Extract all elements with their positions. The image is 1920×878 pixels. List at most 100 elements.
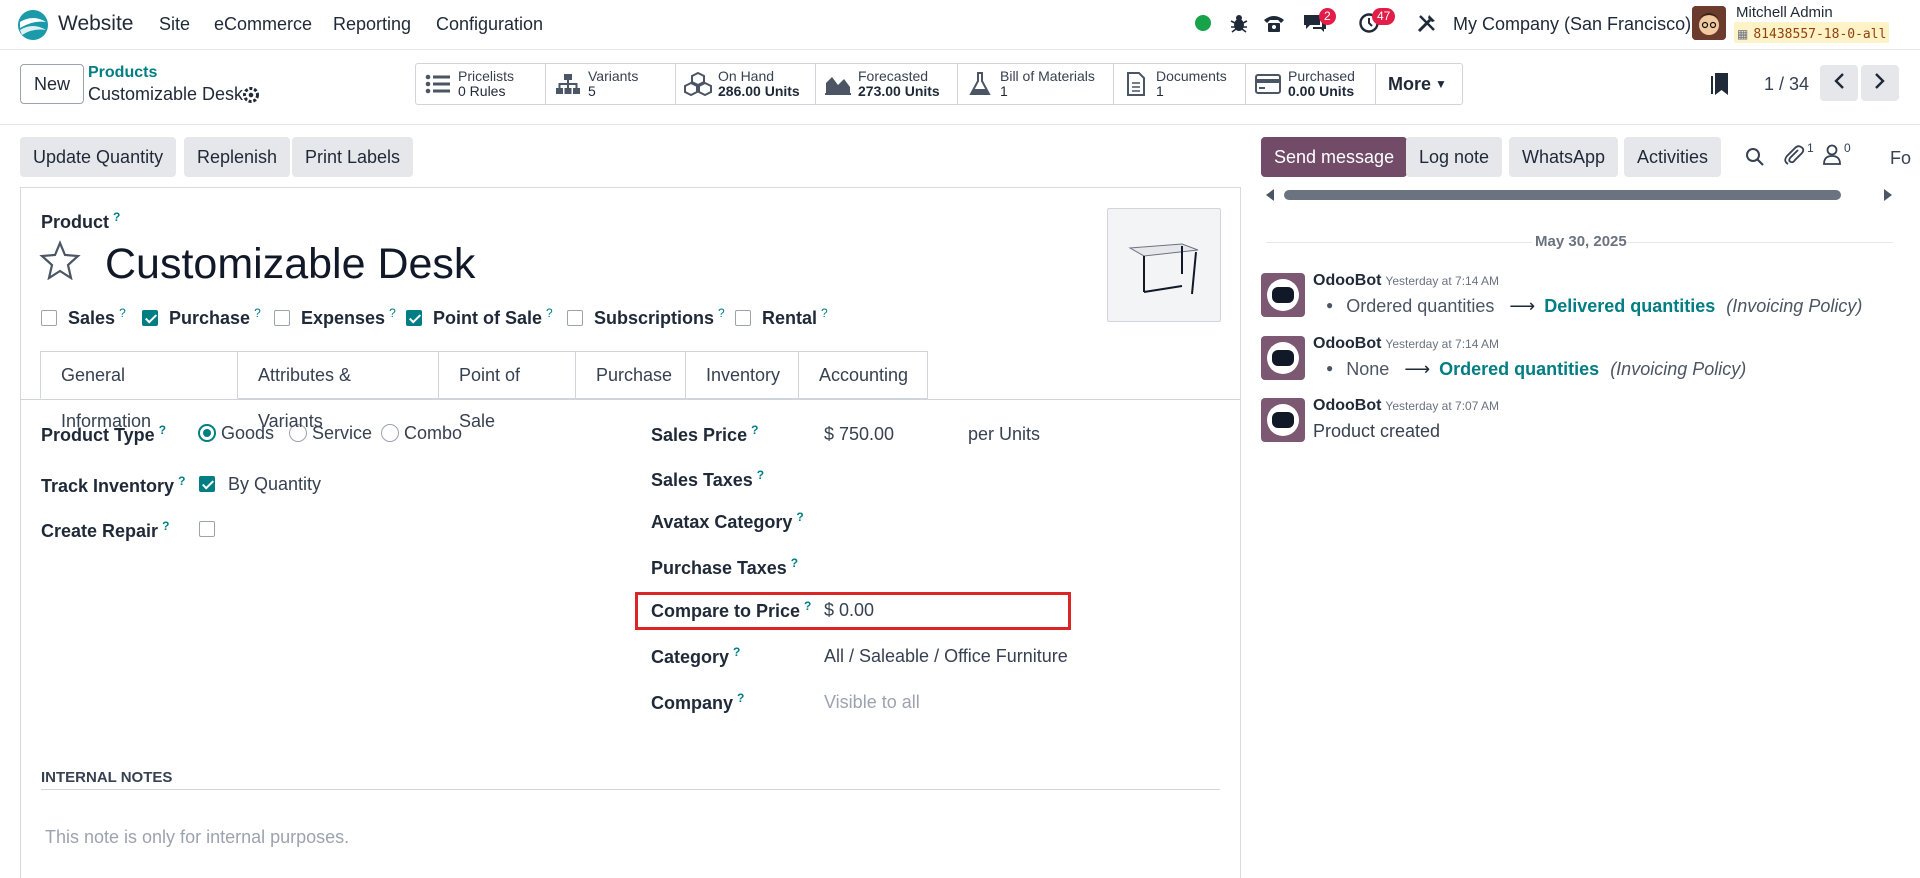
odoobot-avatar[interactable] [1261, 398, 1305, 442]
product-type-combo[interactable]: Combo [381, 423, 462, 444]
phone-icon[interactable] [1262, 12, 1286, 34]
tools-icon[interactable] [1416, 12, 1438, 34]
purchase-taxes-label: Purchase Taxes? [651, 556, 798, 579]
attachments-button[interactable]: 1 [1783, 141, 1817, 169]
radio-combo[interactable] [381, 424, 399, 442]
internal-notes-input[interactable]: This note is only for internal purposes. [45, 827, 349, 848]
replenish-button[interactable]: Replenish [184, 137, 291, 177]
compare-price-input[interactable]: $ 0.00 [824, 600, 874, 621]
flag-rental-checkbox[interactable] [735, 310, 751, 326]
help-tooltip-icon[interactable]: ? [178, 474, 185, 488]
category-input[interactable]: All / Saleable / Office Furniture [824, 646, 1068, 667]
stat-variants[interactable]: Variants 5 [546, 64, 676, 104]
help-tooltip-icon[interactable]: ? [821, 306, 828, 320]
bug-icon[interactable] [1228, 12, 1250, 34]
flag-point-of-sale[interactable]: Point of Sale? [406, 306, 553, 329]
company-switcher[interactable]: My Company (San Francisco) [1453, 14, 1691, 35]
pager-next-button[interactable] [1861, 65, 1899, 101]
help-tooltip-icon[interactable]: ? [791, 556, 798, 570]
product-image[interactable] [1107, 208, 1221, 322]
avatax-category-input[interactable] [824, 506, 1219, 534]
tab-point-of-sale[interactable]: Point of Sale [439, 351, 576, 431]
create-repair-checkbox[interactable] [199, 521, 215, 537]
track-inventory-field[interactable]: By Quantity [199, 474, 321, 495]
favorite-star-icon[interactable] [39, 240, 81, 281]
help-tooltip-icon[interactable]: ? [254, 306, 261, 320]
app-name[interactable]: Website [58, 12, 133, 36]
help-tooltip-icon[interactable]: ? [804, 599, 811, 613]
menu-reporting[interactable]: Reporting [333, 14, 411, 35]
whatsapp-button[interactable]: WhatsApp [1509, 137, 1619, 177]
purchase-taxes-input[interactable] [824, 552, 1219, 580]
help-tooltip-icon[interactable]: ? [162, 519, 169, 533]
help-tooltip-icon[interactable]: ? [159, 423, 166, 437]
flag-pos-checkbox[interactable] [406, 310, 422, 326]
follow-button[interactable]: Fo [1890, 148, 1920, 169]
menu-configuration[interactable]: Configuration [436, 14, 543, 35]
tab-inventory[interactable]: Inventory [686, 351, 799, 399]
activities-button[interactable]: Activities [1624, 137, 1722, 177]
stat-purchased[interactable]: Purchased 0.00 Units [1246, 64, 1376, 104]
chatter-scroll-left-icon[interactable] [1266, 189, 1274, 201]
user-avatar[interactable] [1692, 6, 1726, 40]
radio-goods[interactable] [198, 424, 216, 442]
tab-accounting[interactable]: Accounting [799, 351, 928, 399]
company-input[interactable]: Visible to all [824, 692, 920, 713]
chatter-scroll-right-icon[interactable] [1884, 189, 1892, 201]
help-tooltip-icon[interactable]: ? [757, 468, 764, 482]
sales-price-input[interactable]: $ 750.00 [824, 424, 894, 445]
pager-value[interactable]: 1 / 34 [1764, 74, 1809, 95]
flag-subscriptions-checkbox[interactable] [567, 310, 583, 326]
flag-expenses[interactable]: Expenses? [274, 306, 396, 329]
new-button[interactable]: New [20, 64, 84, 104]
search-icon[interactable] [1745, 147, 1765, 167]
stat-pricelists[interactable]: Pricelists 0 Rules [416, 64, 546, 104]
stat-bom[interactable]: Bill of Materials 1 [958, 64, 1114, 104]
help-tooltip-icon[interactable]: ? [737, 691, 744, 705]
help-tooltip-icon[interactable]: ? [546, 306, 553, 320]
help-tooltip-icon[interactable]: ? [389, 306, 396, 320]
menu-site[interactable]: Site [159, 14, 190, 35]
print-labels-button[interactable]: Print Labels [292, 137, 414, 177]
create-repair-field[interactable] [199, 519, 215, 540]
flag-sales-checkbox[interactable] [41, 310, 57, 326]
help-tooltip-icon[interactable]: ? [113, 210, 120, 224]
date-separator-line [1627, 242, 1893, 243]
stat-on-hand[interactable]: On Hand 286.00 Units [676, 64, 816, 104]
category-label-text: Category [651, 647, 730, 667]
flag-rental[interactable]: Rental? [735, 306, 828, 329]
tab-attributes-variants[interactable]: Attributes & Variants [238, 351, 439, 431]
update-quantity-button[interactable]: Update Quantity [20, 137, 177, 177]
stat-forecasted[interactable]: Forecasted 273.00 Units [816, 64, 958, 104]
breadcrumb-parent[interactable]: Products [88, 64, 157, 82]
product-name-field[interactable]: Customizable Desk [105, 240, 475, 289]
flag-expenses-checkbox[interactable] [274, 310, 290, 326]
sales-taxes-input[interactable] [824, 464, 1219, 492]
flag-purchase-checkbox[interactable] [142, 310, 158, 326]
help-tooltip-icon[interactable]: ? [718, 306, 725, 320]
stat-more-button[interactable]: More ▼ [1376, 64, 1462, 104]
odoobot-avatar[interactable] [1261, 336, 1305, 380]
flag-sales[interactable]: Sales? [41, 306, 126, 329]
send-message-button[interactable]: Send message [1261, 137, 1408, 177]
log-note-button[interactable]: Log note [1406, 137, 1503, 177]
flag-subscriptions[interactable]: Subscriptions? [567, 306, 725, 329]
menu-ecommerce[interactable]: eCommerce [214, 14, 312, 35]
chatter-scrollbar[interactable] [1284, 190, 1841, 200]
help-tooltip-icon[interactable]: ? [751, 423, 758, 437]
help-tooltip-icon[interactable]: ? [119, 306, 126, 320]
help-tooltip-icon[interactable]: ? [796, 510, 803, 524]
app-logo-icon[interactable] [16, 8, 50, 42]
pager-prev-button[interactable] [1820, 65, 1858, 101]
user-name[interactable]: Mitchell Admin [1736, 4, 1833, 21]
odoobot-avatar[interactable] [1261, 273, 1305, 317]
bookmark-icon[interactable] [1710, 72, 1730, 96]
track-inventory-checkbox[interactable] [199, 476, 215, 492]
tab-purchase[interactable]: Purchase [576, 351, 686, 399]
help-tooltip-icon[interactable]: ? [733, 645, 740, 659]
settings-gear-icon[interactable] [243, 87, 259, 103]
followers-button[interactable]: 0 [1822, 141, 1856, 169]
stat-documents[interactable]: Documents 1 [1114, 64, 1246, 104]
flag-purchase[interactable]: Purchase? [142, 306, 261, 329]
tab-general-information[interactable]: General Information [40, 351, 238, 431]
